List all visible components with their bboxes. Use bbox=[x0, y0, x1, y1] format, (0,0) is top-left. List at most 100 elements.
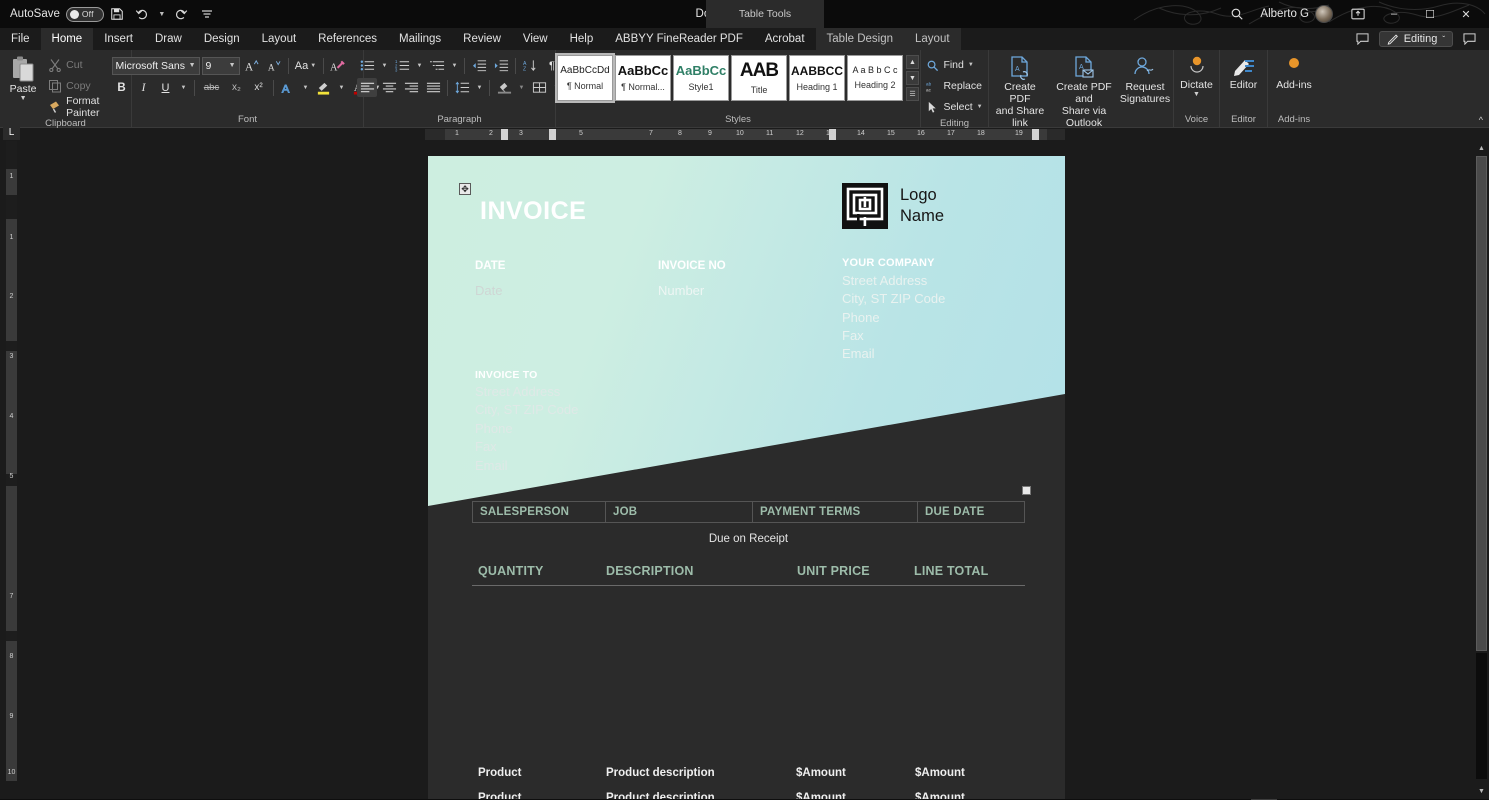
scrollbar-track[interactable] bbox=[1476, 653, 1487, 779]
tab-file[interactable]: File bbox=[0, 28, 41, 50]
underline-chevron-icon[interactable]: ▼ bbox=[178, 78, 190, 97]
table-move-handle[interactable]: ✥ bbox=[459, 183, 471, 195]
account-button[interactable]: Alberto G bbox=[1254, 5, 1339, 23]
dictate-chevron-icon[interactable]: ▼ bbox=[1193, 91, 1200, 99]
tab-layout[interactable]: Layout bbox=[251, 28, 308, 50]
scrollbar-thumb[interactable] bbox=[1476, 156, 1487, 651]
scroll-up-icon[interactable]: ▲ bbox=[1474, 141, 1489, 156]
shading-icon[interactable] bbox=[494, 78, 514, 97]
date-value[interactable]: Date bbox=[475, 283, 502, 298]
style-heading-1[interactable]: AABBCC Heading 1 bbox=[789, 55, 845, 101]
editing-mode-button[interactable]: Editing ˇ bbox=[1378, 31, 1453, 47]
sort-icon[interactable]: AZ bbox=[520, 56, 540, 75]
tab-draw[interactable]: Draw bbox=[144, 28, 193, 50]
editor-button[interactable]: Editor bbox=[1222, 53, 1266, 93]
style-no-spacing[interactable]: AaBbCc ¶ Normal... bbox=[615, 55, 671, 101]
paste-button[interactable]: Paste ▼ bbox=[4, 53, 42, 102]
styles-more-icon[interactable]: ☰ bbox=[906, 87, 919, 101]
invoice-no-value[interactable]: Number bbox=[658, 283, 704, 298]
minimize-button[interactable]: – bbox=[1377, 2, 1411, 26]
multilevel-list-icon[interactable] bbox=[427, 56, 447, 75]
undo-chevron-icon[interactable]: ▼ bbox=[156, 3, 168, 25]
ribbon-display-options-icon[interactable] bbox=[1341, 2, 1375, 26]
tab-insert[interactable]: Insert bbox=[93, 28, 144, 50]
tab-view[interactable]: View bbox=[512, 28, 559, 50]
paste-chevron-icon[interactable]: ▼ bbox=[20, 95, 27, 102]
ruler-indent-marker[interactable] bbox=[501, 129, 508, 140]
change-case-button[interactable]: Aa ▼ bbox=[293, 56, 319, 75]
style-style1[interactable]: AaBbCc Style1 bbox=[673, 55, 729, 101]
tab-mailings[interactable]: Mailings bbox=[388, 28, 452, 50]
font-size-combo[interactable]: 9 ▼ bbox=[201, 56, 240, 75]
ruler-indent-marker[interactable] bbox=[1032, 129, 1039, 140]
numbering-chevron-icon[interactable]: ▼ bbox=[414, 56, 425, 75]
multilevel-chevron-icon[interactable]: ▼ bbox=[449, 56, 460, 75]
replace-button[interactable]: ab ac Replace bbox=[922, 76, 986, 96]
align-left-icon[interactable] bbox=[357, 78, 377, 97]
bullets-chevron-icon[interactable]: ▼ bbox=[379, 56, 390, 75]
collapse-ribbon-icon[interactable]: ^ bbox=[1479, 115, 1483, 125]
strikethrough-button[interactable]: abc bbox=[199, 78, 225, 97]
create-pdf-and-share-outlook-button[interactable]: A Create PDF and Share via Outlook bbox=[1051, 53, 1117, 131]
style-normal[interactable]: AaBbCcDd ¶ Normal bbox=[555, 53, 615, 103]
borders-icon[interactable] bbox=[529, 78, 549, 97]
line-spacing-icon[interactable] bbox=[452, 78, 472, 97]
grow-font-icon[interactable]: A bbox=[242, 56, 262, 75]
italic-button[interactable]: I bbox=[134, 78, 154, 97]
clear-formatting-icon[interactable]: A bbox=[328, 56, 348, 75]
close-button[interactable]: ✕ bbox=[1449, 2, 1483, 26]
shading-chevron-icon[interactable]: ▼ bbox=[516, 78, 527, 97]
vertical-scrollbar[interactable]: ▲ ▼ bbox=[1474, 141, 1489, 799]
vertical-ruler[interactable]: L 1 1 2 3 4 5 7 8 9 10 bbox=[0, 125, 22, 799]
tab-references[interactable]: References bbox=[307, 28, 388, 50]
bold-button[interactable]: B bbox=[112, 78, 132, 97]
subscript-button[interactable]: x₂ bbox=[227, 78, 247, 97]
decrease-indent-icon[interactable] bbox=[469, 56, 489, 75]
logo-block[interactable]: Logo Name bbox=[842, 183, 944, 229]
find-button[interactable]: Find ▼ bbox=[922, 55, 986, 75]
text-effects-icon[interactable]: A bbox=[278, 78, 298, 97]
justify-icon[interactable] bbox=[423, 78, 443, 97]
shape-resize-handle[interactable] bbox=[1022, 486, 1031, 495]
numbering-icon[interactable]: 123 bbox=[392, 56, 412, 75]
redo-icon[interactable] bbox=[168, 3, 194, 25]
tab-stop-selector[interactable]: L bbox=[3, 125, 20, 140]
autosave-toggle[interactable]: Off bbox=[65, 6, 104, 22]
table-row[interactable]: Product Product description $Amount $Amo… bbox=[472, 792, 1025, 799]
horizontal-ruler[interactable]: 1 2 3 4 5 7 8 9 10 11 12 13 14 15 16 17 … bbox=[0, 128, 1489, 141]
quick-access-more-icon[interactable] bbox=[194, 3, 220, 25]
tab-acrobat[interactable]: Acrobat bbox=[754, 28, 816, 50]
addins-button[interactable]: Add-ins bbox=[1271, 53, 1317, 93]
style-title[interactable]: AAB Title bbox=[731, 55, 787, 101]
invoice-to-block[interactable]: INVOICE TO Street Address City, ST ZIP C… bbox=[475, 368, 578, 475]
align-right-icon[interactable] bbox=[401, 78, 421, 97]
shrink-font-icon[interactable]: A bbox=[264, 56, 284, 75]
font-name-combo[interactable]: Microsoft Sans Se ▼ bbox=[111, 56, 200, 75]
align-center-icon[interactable] bbox=[379, 78, 399, 97]
tab-review[interactable]: Review bbox=[452, 28, 512, 50]
tab-help[interactable]: Help bbox=[559, 28, 605, 50]
superscript-button[interactable]: x² bbox=[249, 78, 269, 97]
tab-home[interactable]: Home bbox=[40, 28, 94, 50]
bullets-icon[interactable] bbox=[357, 56, 377, 75]
underline-button[interactable]: U bbox=[156, 78, 176, 97]
request-signatures-button[interactable]: Request Signatures bbox=[1117, 53, 1173, 107]
styles-scroll-down-icon[interactable]: ▼ bbox=[906, 71, 919, 85]
document-page[interactable]: ✥ INVOICE DATE Date INVOICE NO Number Lo… bbox=[428, 156, 1065, 799]
styles-scroll-up-icon[interactable]: ▲ bbox=[906, 55, 919, 69]
select-button[interactable]: Select ▼ bbox=[922, 97, 986, 117]
ruler-bar[interactable]: 1 2 3 4 5 7 8 9 10 11 12 13 14 15 16 17 … bbox=[425, 129, 1065, 140]
tab-abbyy-finereader-pdf[interactable]: ABBYY FineReader PDF bbox=[604, 28, 754, 50]
create-pdf-and-share-link-button[interactable]: A Create PDF and Share link bbox=[989, 53, 1051, 131]
tab-table-layout[interactable]: Layout bbox=[904, 28, 961, 50]
save-icon[interactable] bbox=[104, 3, 130, 25]
terms-table[interactable]: SALESPERSON JOB PAYMENT TERMS DUE DATE bbox=[472, 501, 1025, 523]
tab-design[interactable]: Design bbox=[193, 28, 251, 50]
comments-icon[interactable] bbox=[1351, 33, 1375, 45]
table-row[interactable]: Product Product description $Amount $Amo… bbox=[472, 767, 1025, 792]
text-highlight-icon[interactable] bbox=[314, 78, 334, 97]
highlight-chevron-icon[interactable]: ▼ bbox=[336, 78, 348, 97]
line-spacing-chevron-icon[interactable]: ▼ bbox=[474, 78, 485, 97]
undo-icon[interactable] bbox=[130, 3, 156, 25]
tab-table-design[interactable]: Table Design bbox=[815, 28, 905, 50]
